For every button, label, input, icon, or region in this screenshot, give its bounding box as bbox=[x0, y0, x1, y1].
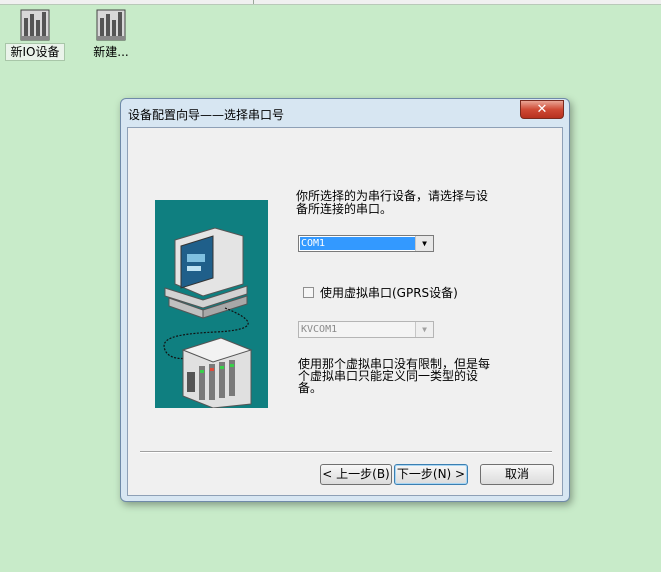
desktop-icon-label: 新建... bbox=[93, 45, 129, 59]
desktop-icon-new-io-device[interactable]: 新IO设备 bbox=[5, 8, 65, 61]
divider bbox=[140, 451, 552, 453]
chevron-down-icon[interactable]: ▼ bbox=[415, 236, 433, 251]
desktop-icon-label: 新IO设备 bbox=[5, 43, 65, 61]
next-button[interactable]: 下一步(N) > bbox=[394, 464, 468, 485]
intro-text: 你所选择的为串行设备，请选择与设备所连接的串口。 bbox=[296, 189, 489, 216]
io-device-icon bbox=[20, 8, 50, 42]
virtual-port-value: KVCOM1 bbox=[301, 324, 338, 335]
virtual-port-checkbox[interactable] bbox=[303, 287, 314, 298]
virtual-port-checkbox-label: 使用虚拟串口(GPRS设备) bbox=[320, 286, 458, 300]
virtual-port-checkbox-row[interactable]: 使用虚拟串口(GPRS设备) bbox=[303, 284, 458, 301]
close-icon: ✕ bbox=[536, 102, 548, 117]
dialog-titlebar[interactable]: 设备配置向导——选择串口号 ✕ bbox=[121, 99, 569, 127]
cancel-button[interactable]: 取消 bbox=[480, 464, 554, 485]
virtual-port-select: KVCOM1 ▼ bbox=[298, 321, 434, 338]
close-button[interactable]: ✕ bbox=[520, 100, 564, 119]
top-window-edge bbox=[0, 0, 661, 5]
dialog-content: 你所选择的为串行设备，请选择与设备所连接的串口。 COM1 ▼ 使用虚拟串口(G… bbox=[127, 127, 563, 496]
device-config-wizard-dialog: 设备配置向导——选择串口号 ✕ 你所选择的为串行设备，请选择与设备所连接的串口。… bbox=[120, 98, 570, 502]
io-device-icon bbox=[96, 8, 126, 42]
com-port-value: COM1 bbox=[300, 237, 415, 250]
desktop-icon-new[interactable]: 新建... bbox=[82, 8, 140, 60]
back-button[interactable]: < 上一步(B) bbox=[320, 464, 392, 485]
computer-to-device-illustration bbox=[155, 200, 268, 408]
com-port-select[interactable]: COM1 ▼ bbox=[298, 235, 434, 252]
dialog-title: 设备配置向导——选择串口号 bbox=[128, 108, 285, 122]
chevron-down-icon: ▼ bbox=[415, 322, 433, 337]
virtual-port-note: 使用那个虚拟串口没有限制，但是每个虚拟串口只能定义同一类型的设备。 bbox=[298, 357, 491, 395]
